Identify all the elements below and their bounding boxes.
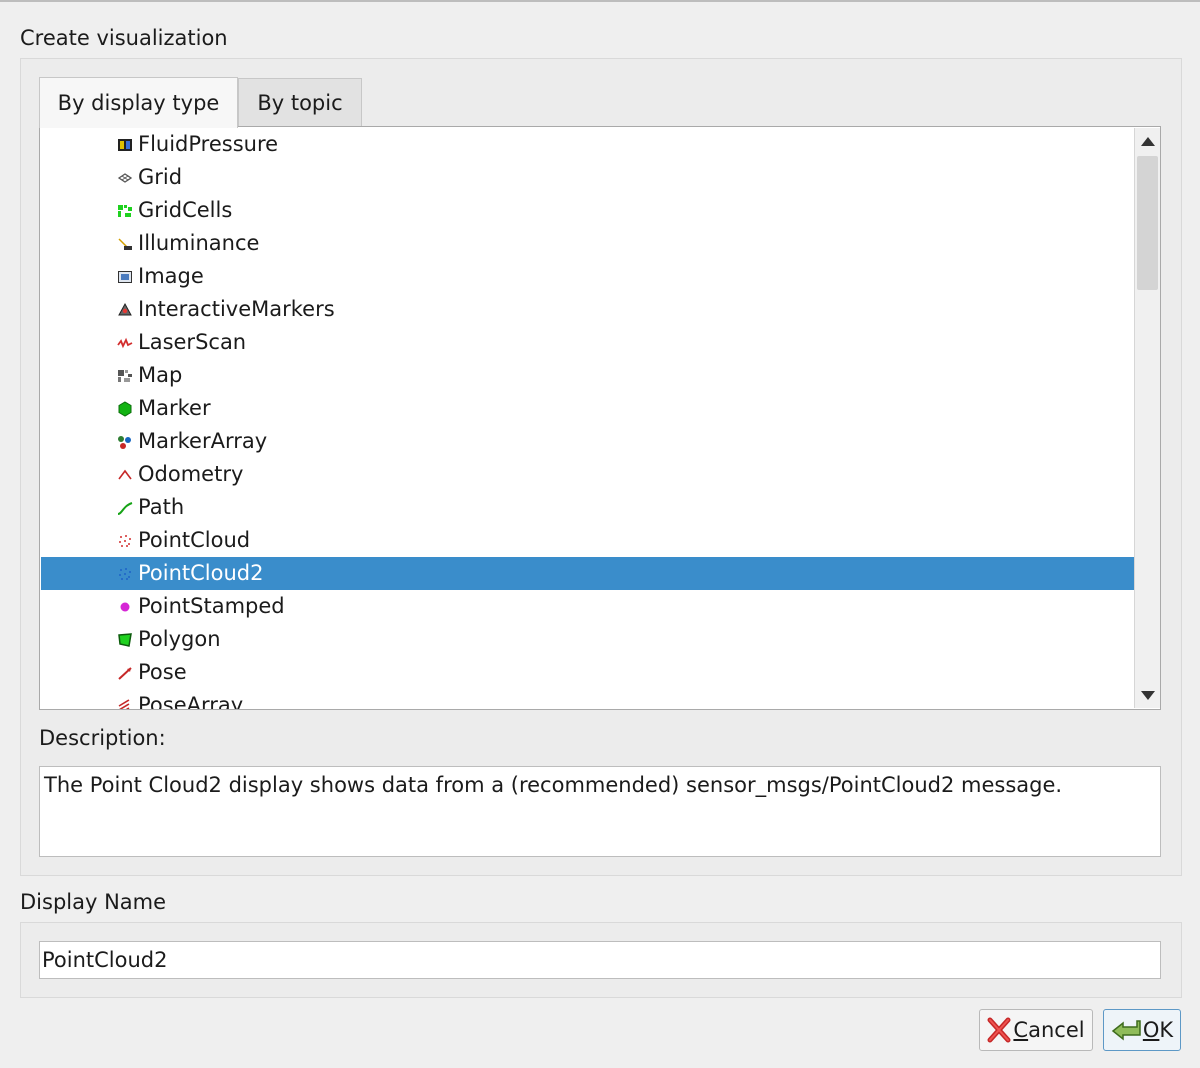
point-cloud-icon [119, 535, 131, 547]
list-item-label: Image [138, 264, 204, 288]
description-label: Description: [39, 726, 166, 750]
ok-button[interactable]: OK [1103, 1009, 1181, 1051]
display-name-label: Display Name [20, 890, 167, 914]
list-item-label: Map [138, 363, 183, 387]
list-item-path[interactable]: Path [41, 491, 1134, 524]
list-item-label: Odometry [138, 462, 244, 486]
list-item-label: Marker [138, 396, 211, 420]
list-item-label: GridCells [138, 198, 233, 222]
scroll-up-button[interactable] [1135, 128, 1160, 154]
dialog-title: Create visualization [20, 26, 228, 50]
pose-icon [118, 667, 132, 680]
list-item-fluidpressure[interactable]: FluidPressure [41, 128, 1134, 161]
path-icon [117, 502, 133, 515]
laser-scan-icon [117, 337, 133, 349]
list-item-interactivemarkers[interactable]: InteractiveMarkers [41, 293, 1134, 326]
list-item-label: Illuminance [138, 231, 260, 255]
scroll-thumb[interactable] [1137, 156, 1158, 290]
list-item-laserscan[interactable]: LaserScan [41, 326, 1134, 359]
tab-label: By display type [57, 91, 220, 115]
grid-icon [117, 173, 133, 183]
point-stamped-icon [120, 602, 130, 612]
interactive-markers-icon [118, 302, 132, 316]
illuminance-icon [118, 238, 132, 250]
tab-by-topic[interactable]: By topic [238, 78, 362, 126]
list-item-pointstamped[interactable]: PointStamped [41, 590, 1134, 623]
odometry-icon [118, 469, 132, 480]
list-item-map[interactable]: Map [41, 359, 1134, 392]
scroll-down-button[interactable] [1135, 682, 1160, 708]
list-item-label: FluidPressure [138, 132, 279, 156]
list-item-label: LaserScan [138, 330, 247, 354]
image-icon [118, 271, 132, 283]
description-text: The Point Cloud2 display shows data from… [39, 766, 1161, 857]
tab-by-display-type[interactable]: By display type [39, 77, 238, 128]
list-item-odometry[interactable]: Odometry [41, 458, 1134, 491]
arrow-up-icon [1140, 136, 1155, 146]
list-item-posearray[interactable]: PoseArray [41, 689, 1134, 710]
list-item-label: PointCloud2 [138, 561, 264, 585]
list-item-illuminance[interactable]: Illuminance [41, 227, 1134, 260]
marker-array-icon [118, 436, 131, 449]
display-name-input[interactable] [39, 941, 1161, 979]
marker-icon [118, 401, 132, 417]
list-item-label: Grid [138, 165, 183, 189]
grid-cells-icon [118, 205, 132, 217]
list-item-label: Path [138, 495, 185, 519]
list-item-polygon[interactable]: Polygon [41, 623, 1134, 656]
red-x-icon [987, 1017, 1011, 1043]
fluid-pressure-icon [118, 139, 132, 151]
list-item-label: InteractiveMarkers [138, 297, 335, 321]
vertical-scrollbar[interactable] [1134, 128, 1160, 708]
list-item-grid[interactable]: Grid [41, 161, 1134, 194]
ok-label: OK [1142, 1018, 1174, 1042]
list-item-label: PointStamped [138, 594, 285, 618]
polygon-icon [118, 633, 132, 647]
list-item-marker[interactable]: Marker [41, 392, 1134, 425]
list-item-label: Polygon [138, 627, 221, 651]
point-cloud2-icon [119, 568, 131, 580]
list-item-label: PointCloud [138, 528, 251, 552]
list-item-label: PoseArray [138, 693, 244, 710]
list-item-gridcells[interactable]: GridCells [41, 194, 1134, 227]
list-item-label: MarkerArray [138, 429, 268, 453]
list-item-pointcloud[interactable]: PointCloud [41, 524, 1134, 557]
tab-label: By topic [257, 90, 343, 115]
map-icon [118, 370, 132, 382]
list-item-markerarray[interactable]: MarkerArray [41, 425, 1134, 458]
display-type-list[interactable]: FluidPressure Grid GridCells Illuminance Ima… [39, 126, 1161, 710]
pose-array-icon [118, 699, 130, 709]
list-item-label: Pose [138, 660, 187, 684]
list-item-image[interactable]: Image [41, 260, 1134, 293]
list-item-pointcloud2[interactable]: PointCloud2 [41, 557, 1134, 590]
list-item-pose[interactable]: Pose [41, 656, 1134, 689]
dialog-top-border [0, 0, 1200, 2]
arrow-down-icon [1140, 690, 1155, 700]
green-check-icon [1111, 1020, 1141, 1041]
cancel-button[interactable]: Cancel [979, 1009, 1093, 1051]
cancel-label: Cancel [1013, 1018, 1085, 1042]
